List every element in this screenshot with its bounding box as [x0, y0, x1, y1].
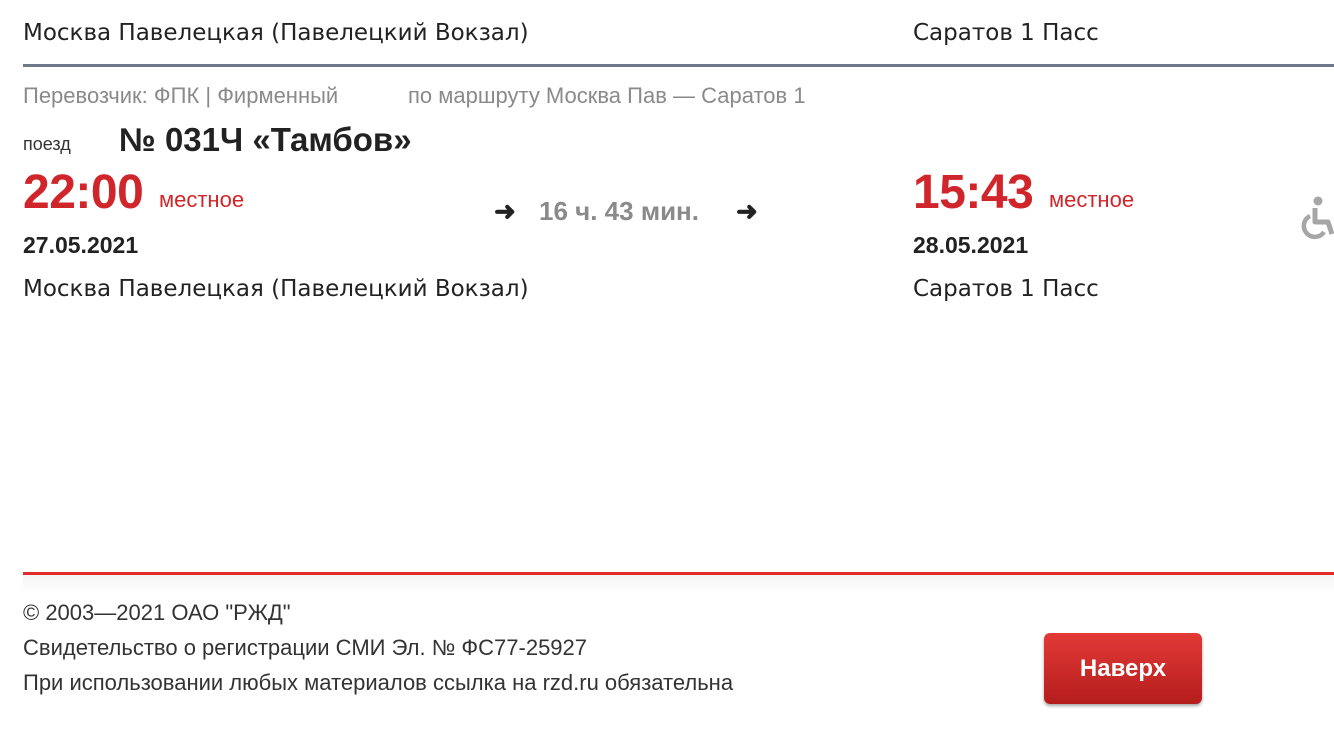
usage-notice: При использовании любых материалов ссылк…: [23, 670, 734, 695]
departure-date: 27.05.2021: [23, 232, 139, 258]
carrier-info: Перевозчик: ФПК | Фирменный: [23, 83, 339, 108]
arrival-time: 15:43: [913, 166, 1034, 219]
train-number[interactable]: № 031Ч «Тамбов»: [119, 121, 412, 159]
arrival-station: Саратов 1 Пасс: [913, 276, 1099, 302]
travel-duration: 16 ч. 43 мин.: [539, 196, 699, 226]
arrival-date: 28.05.2021: [913, 232, 1029, 258]
departure-time-note: местное: [159, 187, 245, 212]
arrival-time-note: местное: [1049, 187, 1135, 212]
route-info: по маршруту Москва Пав — Саратов 1: [408, 83, 806, 108]
prev-from-station: Москва Павелецкая (Павелецкий Вокзал): [23, 20, 529, 46]
departure-station: Москва Павелецкая (Павелецкий Вокзал): [23, 276, 529, 302]
copyright-text: © 2003—2021 ОАО "РЖД": [23, 600, 291, 625]
footer-divider-shadow: [23, 575, 1334, 593]
registration-text: Свидетельство о регистрации СМИ Эл. № ФС…: [23, 635, 588, 660]
prev-to-station: Саратов 1 Пасс: [913, 20, 1099, 46]
wheelchair-icon: [1301, 196, 1334, 240]
back-to-top-button[interactable]: Наверх: [1044, 633, 1202, 704]
card-divider: [23, 64, 1334, 67]
departure-time: 22:00: [23, 166, 144, 219]
arrow-right-icon: ➜: [736, 196, 758, 226]
arrow-right-icon: ➜: [494, 196, 516, 226]
train-label: поезд: [23, 134, 71, 154]
